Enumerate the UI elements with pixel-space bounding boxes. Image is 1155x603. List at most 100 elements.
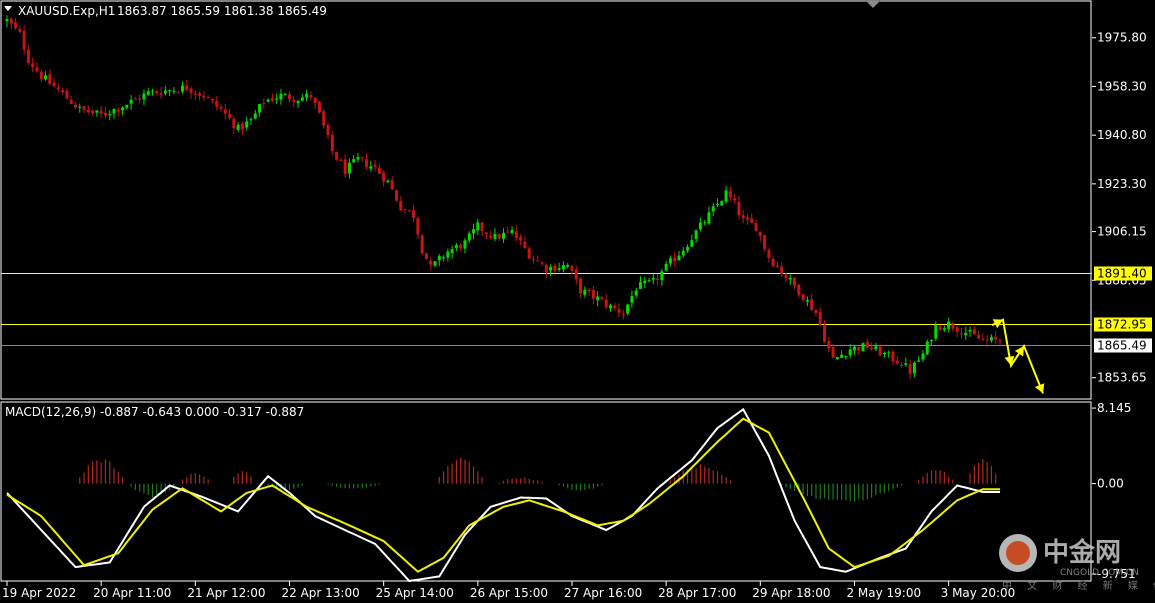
candle bbox=[891, 349, 895, 366]
price-tick-label: 1923.30 bbox=[1097, 177, 1147, 191]
candle bbox=[339, 157, 343, 162]
candle bbox=[429, 257, 433, 271]
macd-tick-label: 8.145 bbox=[1097, 401, 1131, 415]
ohlc-values: 1863.87 1865.59 1861.38 1865.49 bbox=[117, 4, 327, 18]
candle bbox=[784, 272, 788, 282]
candle bbox=[176, 91, 180, 94]
candle bbox=[484, 231, 488, 240]
candle bbox=[754, 220, 758, 232]
arrowhead-icon bbox=[1014, 346, 1024, 357]
watermark-site: CNGOLD.COM.CN bbox=[1060, 568, 1139, 578]
candle bbox=[472, 223, 476, 240]
candle bbox=[86, 105, 90, 115]
candle bbox=[707, 206, 711, 225]
candle bbox=[930, 339, 934, 346]
projection-arrows[interactable] bbox=[991, 318, 1045, 394]
candle bbox=[467, 231, 471, 244]
candle bbox=[249, 117, 253, 125]
candle bbox=[553, 263, 557, 274]
time-tick-label: 26 Apr 15:00 bbox=[470, 586, 548, 600]
candle bbox=[540, 260, 544, 266]
candle bbox=[159, 86, 163, 99]
candle bbox=[857, 346, 861, 356]
candle bbox=[767, 247, 771, 263]
chart-menu-arrow-icon[interactable] bbox=[4, 6, 12, 11]
candle bbox=[536, 255, 540, 262]
candle bbox=[981, 333, 985, 341]
candle bbox=[805, 296, 809, 307]
candle bbox=[407, 210, 411, 212]
candle bbox=[270, 93, 274, 103]
macd-tick-label: 0.00 bbox=[1097, 477, 1124, 491]
candle bbox=[146, 87, 150, 97]
candle bbox=[476, 218, 480, 235]
candle bbox=[356, 152, 360, 163]
candle bbox=[643, 276, 647, 288]
macd-panel-frame bbox=[0, 401, 1092, 582]
candle bbox=[99, 105, 103, 118]
time-tick-label: 2 May 19:00 bbox=[846, 586, 921, 600]
candle bbox=[638, 276, 642, 290]
candle bbox=[900, 362, 904, 368]
signal-line bbox=[6, 417, 1000, 573]
candle bbox=[566, 262, 570, 269]
candle bbox=[138, 94, 142, 104]
candle bbox=[912, 361, 916, 378]
candle bbox=[797, 284, 801, 297]
candle bbox=[121, 106, 125, 116]
candle bbox=[412, 205, 416, 222]
candle bbox=[583, 286, 587, 298]
candle bbox=[103, 106, 107, 119]
candle bbox=[125, 104, 129, 110]
candle bbox=[972, 324, 976, 335]
candle bbox=[210, 98, 214, 104]
candle bbox=[65, 88, 69, 99]
candle bbox=[232, 116, 236, 134]
candlestick-series bbox=[5, 15, 1002, 380]
time-tick-label: 28 Apr 17:00 bbox=[658, 586, 736, 600]
candle bbox=[279, 88, 283, 105]
candle bbox=[818, 307, 822, 327]
macd-histogram bbox=[79, 457, 997, 502]
candle bbox=[660, 268, 664, 286]
candle bbox=[116, 106, 120, 117]
candle bbox=[835, 356, 839, 360]
candle bbox=[904, 357, 908, 367]
candle bbox=[198, 91, 202, 101]
candle bbox=[690, 234, 694, 248]
chart-shift-marker-icon[interactable] bbox=[866, 1, 880, 8]
candle bbox=[382, 170, 386, 187]
candle bbox=[758, 231, 762, 242]
candle bbox=[442, 255, 446, 262]
candle bbox=[844, 355, 848, 360]
candle bbox=[668, 255, 672, 267]
candle bbox=[664, 260, 668, 272]
candle bbox=[771, 255, 775, 268]
candle bbox=[656, 274, 660, 286]
candle bbox=[865, 338, 869, 350]
candle bbox=[681, 247, 685, 258]
candle bbox=[287, 91, 291, 103]
candle bbox=[305, 89, 309, 102]
candle bbox=[514, 225, 518, 242]
candle bbox=[245, 116, 249, 131]
watermark-logo-inner bbox=[1006, 541, 1030, 565]
candle bbox=[433, 260, 437, 268]
candle bbox=[694, 229, 698, 243]
candle bbox=[373, 159, 377, 172]
candle bbox=[574, 265, 578, 285]
candle bbox=[61, 87, 65, 95]
candle bbox=[44, 70, 48, 81]
candle bbox=[202, 91, 206, 101]
projection-path[interactable] bbox=[991, 318, 1044, 394]
candle bbox=[219, 104, 223, 112]
candle bbox=[570, 264, 574, 275]
candle bbox=[716, 198, 720, 208]
candle bbox=[745, 214, 749, 225]
candle bbox=[895, 355, 899, 365]
candle bbox=[557, 262, 561, 272]
level-price-label: 1872.95 bbox=[1097, 318, 1147, 332]
symbol-label: XAUUSD.Exp,H1 bbox=[18, 4, 115, 18]
candle bbox=[591, 285, 595, 304]
trading-chart[interactable]: 1975.801958.301940.801923.301906.151888.… bbox=[0, 0, 1155, 603]
